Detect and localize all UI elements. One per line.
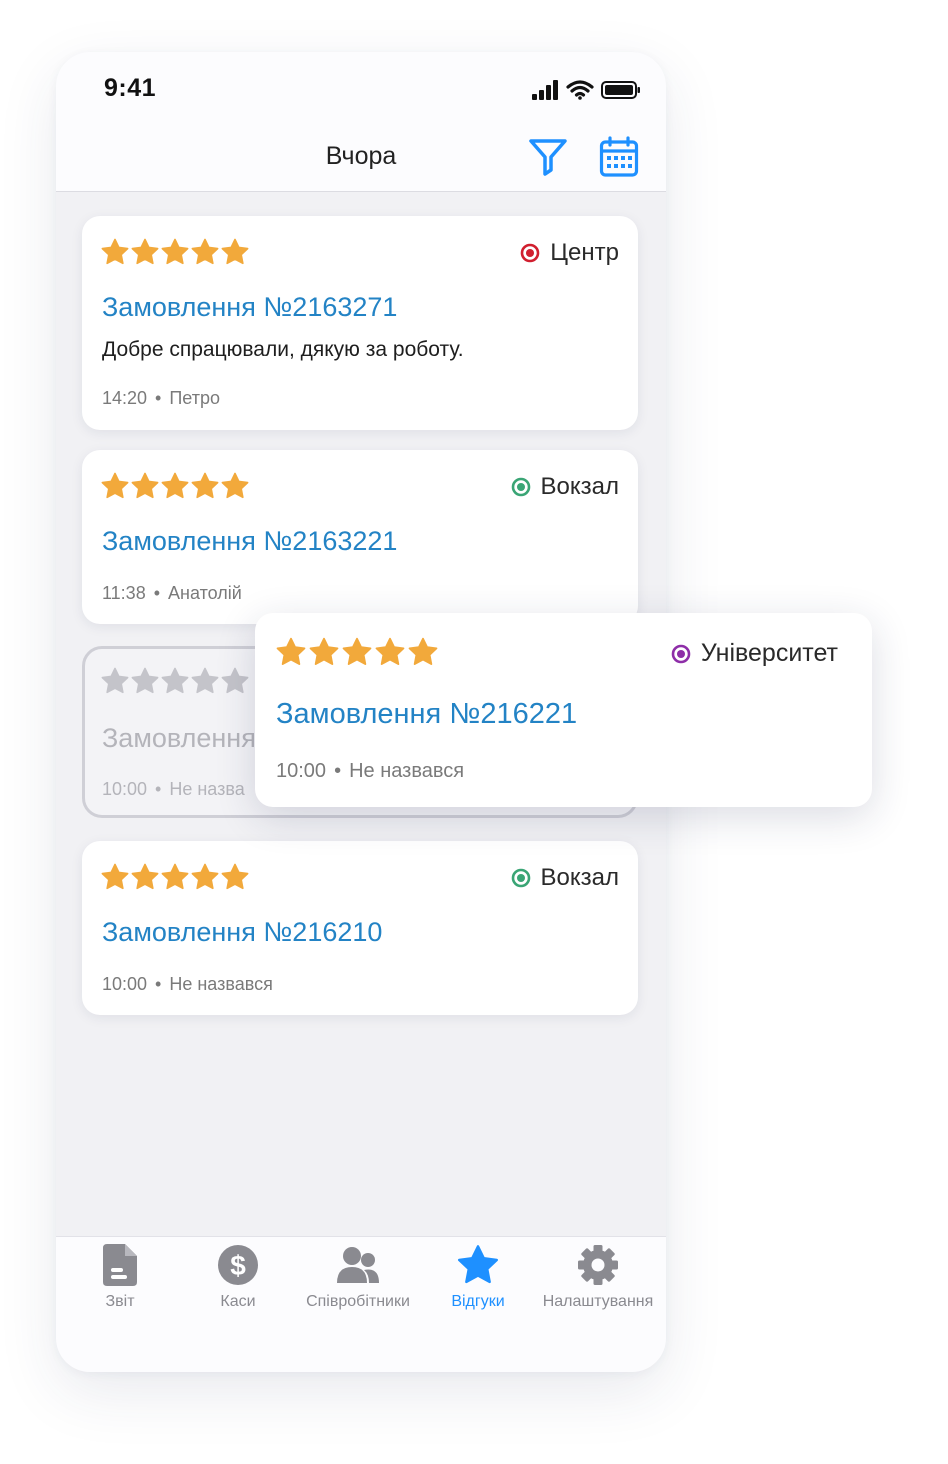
filter-icon[interactable] (528, 136, 568, 176)
star-icon (101, 863, 129, 890)
rating-stars (101, 472, 249, 500)
rating-stars (101, 238, 249, 266)
wifi-icon (566, 80, 594, 100)
location-dot-icon (511, 477, 530, 497)
star-icon (221, 667, 249, 694)
review-meta: 11:38 • Анатолій (102, 583, 242, 603)
star-icon (456, 1243, 500, 1287)
star-icon (221, 863, 249, 890)
location-label: Вокзал (511, 473, 619, 501)
star-icon (131, 863, 159, 890)
location-dot-icon (511, 868, 530, 888)
star-icon (101, 472, 129, 499)
star-icon (191, 863, 219, 890)
star-icon (221, 238, 249, 265)
star-icon (131, 238, 159, 265)
status-icons (532, 80, 640, 100)
review-meta: 10:00 • Не назвався (102, 974, 273, 994)
location-label: Центр (520, 239, 619, 267)
battery-icon (601, 81, 640, 99)
users-icon (336, 1243, 380, 1287)
star-icon (101, 238, 129, 265)
review-card[interactable]: Центр Замовлення №2163271 Добре спрацюва… (82, 216, 638, 430)
review-card[interactable]: Вокзал Замовлення №216210 10:00 • Не назва… (82, 841, 638, 1015)
report-icon (98, 1243, 142, 1287)
review-meta: 14:20 • Петро (102, 388, 220, 408)
order-link[interactable]: Замовлення №2163271 (102, 292, 397, 323)
tab-employees[interactable]: Співробітники (298, 1237, 418, 1311)
svg-text:$: $ (230, 1250, 246, 1281)
tab-bar: Звіт $ Каси Співробітники Відгуки Налашт… (56, 1236, 666, 1372)
star-icon (342, 637, 372, 665)
star-icon (161, 472, 189, 499)
star-icon (161, 863, 189, 890)
page-title: Вчора (325, 142, 397, 170)
star-icon (161, 667, 189, 694)
star-icon (101, 667, 129, 694)
order-link[interactable]: Замовлення №216210 (102, 917, 382, 948)
star-icon (191, 238, 219, 265)
rating-stars (276, 637, 438, 667)
tab-reviews[interactable]: Відгуки (438, 1237, 518, 1311)
review-meta: 10:00 • Не назвався (276, 760, 465, 782)
tab-cash[interactable]: $ Каси (203, 1237, 273, 1311)
dragged-review-card[interactable]: Університет Замовлення №216221 10:00 • Не … (255, 613, 872, 807)
star-icon (309, 637, 339, 665)
gear-icon (576, 1243, 620, 1287)
location-dot-icon (671, 644, 691, 663)
review-comment: Добре спрацювали, дякую за роботу. (102, 338, 464, 361)
signal-icon (532, 80, 558, 100)
star-icon (276, 637, 306, 665)
order-link[interactable]: Замовлення №2163221 (102, 526, 397, 557)
review-card[interactable]: Вокзал Замовлення №2163221 11:38 • Анатолі… (82, 450, 638, 624)
rating-stars (101, 863, 249, 891)
review-meta: 10:00 • Не назва (102, 779, 245, 799)
star-icon (191, 472, 219, 499)
star-icon (131, 667, 159, 694)
star-icon (408, 637, 438, 665)
star-icon (191, 667, 219, 694)
star-icon (161, 238, 189, 265)
tab-settings[interactable]: Налаштування (533, 1237, 663, 1311)
star-icon (221, 472, 249, 499)
calendar-icon[interactable] (599, 136, 639, 178)
location-label: Вокзал (511, 864, 619, 892)
order-link[interactable]: Замовлення №216221 (276, 698, 577, 731)
star-icon (131, 472, 159, 499)
tab-report[interactable]: Звіт (85, 1237, 155, 1311)
rating-stars (101, 667, 249, 695)
status-time: 9:41 (104, 74, 157, 102)
location-dot-icon (520, 243, 540, 263)
star-icon (375, 637, 405, 665)
dollar-icon: $ (216, 1243, 260, 1287)
order-link: Замовлення (102, 723, 256, 753)
location-label: Університет (671, 639, 838, 668)
top-bar: 9:41 Вчора (56, 52, 666, 192)
